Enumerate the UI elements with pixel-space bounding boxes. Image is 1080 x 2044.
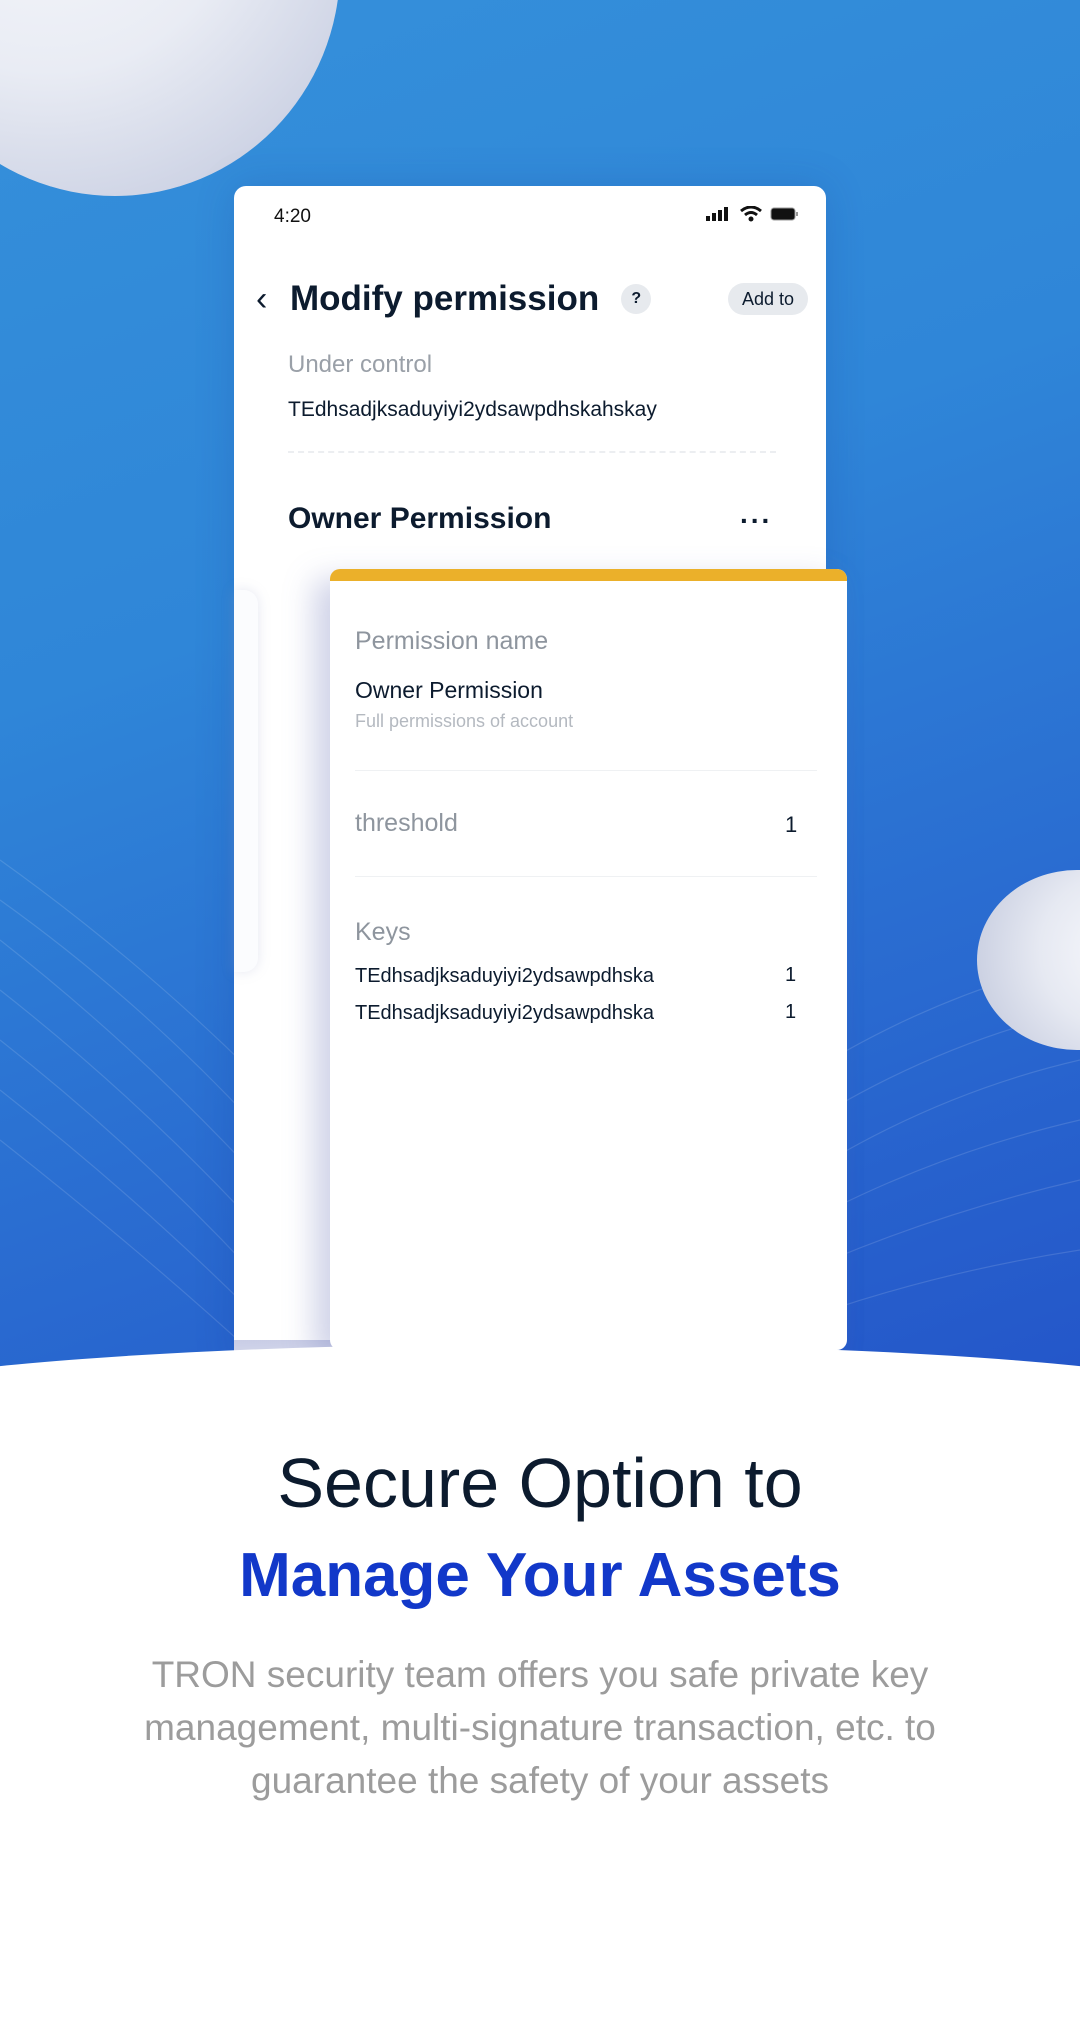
divider [355,876,817,877]
keys-label: Keys [355,918,411,946]
section-title: Owner Permission [288,502,552,535]
threshold-label: threshold [355,809,458,837]
status-icons [706,206,800,222]
key-address: TEdhsadjksaduyiyi2ydsawpdhska [355,1002,655,1024]
more-icon[interactable]: ... [740,498,772,530]
divider [288,451,776,453]
permission-name-label: Permission name [355,627,549,655]
header: ‹ Modify permission ? Add to [256,274,808,324]
divider [355,770,817,771]
headline-line1: Secure Option to [277,1444,803,1522]
card-accent-bar [330,569,847,581]
permission-card: Permission name Owner Permission Full pe… [330,569,847,1350]
wifi-icon [740,206,762,222]
permission-description: Full permissions of account [355,711,574,731]
battery-icon [770,207,798,221]
key-address: TEdhsadjksaduyiyi2ydsawpdhska [355,965,655,987]
permission-name-value: Owner Permission [355,677,543,703]
page-title: Modify permission [290,279,600,318]
under-control-label: Under control [288,351,433,378]
headline-line2: Manage Your Assets [239,1541,841,1610]
status-time: 4:20 [274,206,311,227]
help-button[interactable]: ? [621,284,652,314]
signal-icon [706,207,728,221]
key-weight: 1 [785,1001,797,1023]
key-weight: 1 [785,964,797,986]
background-card-edge [234,590,258,972]
add-to-button[interactable]: Add to [727,283,808,315]
threshold-value: 1 [785,812,798,837]
promo-body: TRON security team offers you safe priva… [144,1654,936,1801]
chevron-left-icon[interactable]: ‹ [256,282,284,316]
under-control-address: TEdhsadjksaduyiyi2ydsawpdhskahskay [288,398,657,421]
